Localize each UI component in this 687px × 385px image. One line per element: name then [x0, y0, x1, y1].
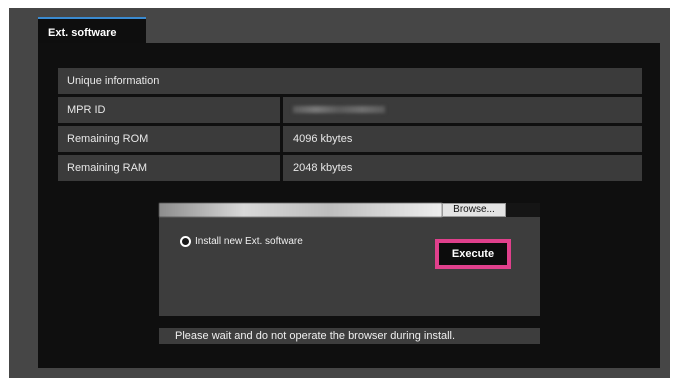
install-section: Browse... Install new Ext. software Exec…	[159, 203, 540, 316]
browse-button[interactable]: Browse...	[442, 203, 506, 217]
table-header-row: Unique information	[58, 68, 642, 94]
mpr-id-value	[283, 97, 642, 123]
remaining-rom-label: Remaining ROM	[58, 126, 280, 152]
mpr-id-redacted	[293, 106, 385, 113]
execute-highlight: Execute	[435, 239, 511, 269]
table-header: Unique information	[58, 68, 642, 94]
install-option[interactable]: Install new Ext. software	[180, 236, 303, 247]
remaining-rom-value: 4096 kbytes	[283, 126, 642, 152]
install-radio-button[interactable]	[180, 236, 191, 247]
remaining-ram-value: 2048 kbytes	[283, 155, 642, 181]
file-select-row: Browse...	[159, 203, 540, 217]
mpr-id-label: MPR ID	[58, 97, 280, 123]
table-row-remaining-ram: Remaining RAM 2048 kbytes	[58, 155, 642, 181]
table-row-remaining-rom: Remaining ROM 4096 kbytes	[58, 126, 642, 152]
table-row-mpr-id: MPR ID	[58, 97, 642, 123]
status-message: Please wait and do not operate the brows…	[159, 328, 540, 344]
remaining-ram-label: Remaining RAM	[58, 155, 280, 181]
execute-button[interactable]: Execute	[443, 247, 503, 261]
tab-ext-software[interactable]: Ext. software	[38, 17, 146, 43]
install-option-label: Install new Ext. software	[195, 236, 303, 247]
unique-information-table: Unique information MPR ID Remaining ROM …	[58, 68, 642, 184]
file-path-input[interactable]	[159, 203, 442, 217]
